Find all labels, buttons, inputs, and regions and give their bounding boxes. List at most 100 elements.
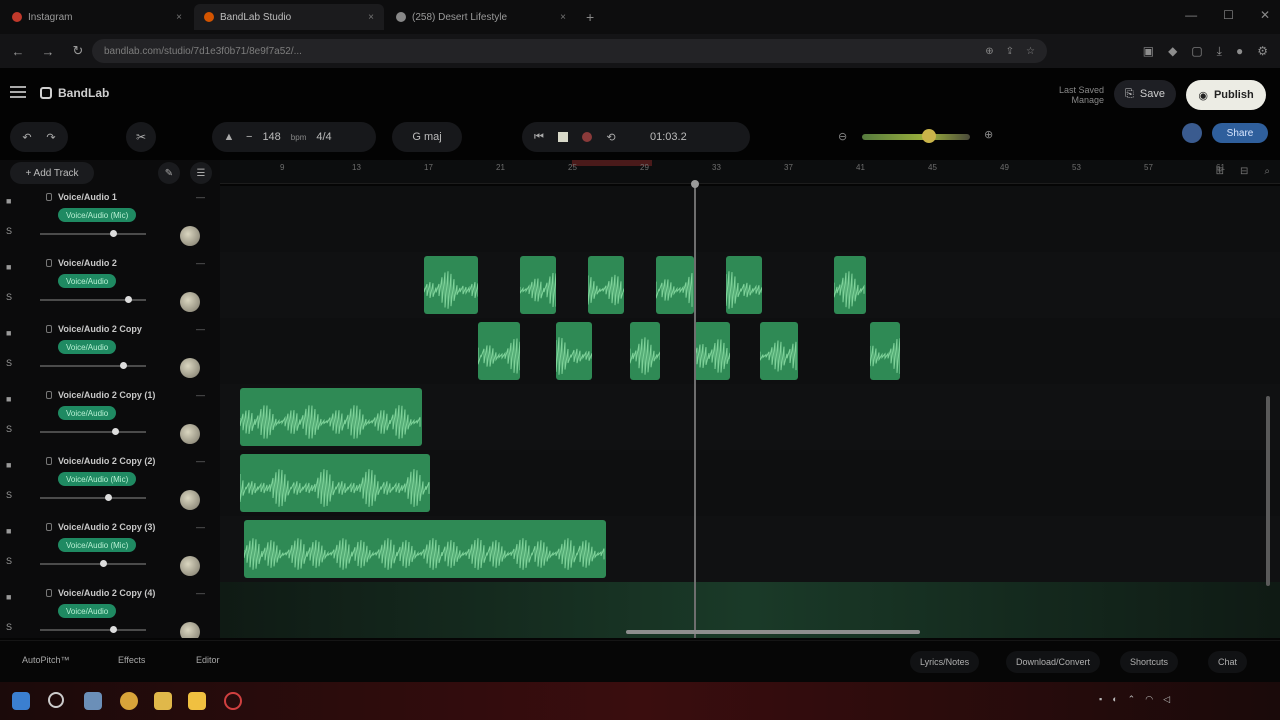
speaker-icon[interactable]: ◁ — [1163, 694, 1170, 705]
browser-taskbar-icon[interactable] — [120, 692, 138, 710]
mute-icon[interactable]: ■ — [6, 460, 11, 470]
extension-icon[interactable]: ▢ — [1191, 44, 1202, 59]
reload-icon[interactable]: ↻ — [66, 43, 90, 59]
audio-clip[interactable] — [240, 388, 422, 446]
audio-clip[interactable] — [556, 322, 592, 380]
track-header[interactable]: ■ S Voice/Audio 2 — Voice/Audio — [0, 252, 220, 318]
start-menu-icon[interactable] — [12, 692, 30, 710]
volume-slider-handle[interactable] — [110, 230, 117, 237]
mute-icon[interactable]: ■ — [6, 394, 11, 404]
instrument-badge[interactable]: Voice/Audio — [58, 340, 117, 354]
audio-clip[interactable] — [760, 322, 798, 380]
pan-knob[interactable] — [180, 622, 200, 638]
audio-clip[interactable] — [656, 256, 694, 314]
zoom-icon[interactable]: ⊕ — [985, 46, 993, 57]
close-tab-icon[interactable]: × — [176, 12, 182, 23]
shortcuts-button[interactable]: Shortcuts — [1120, 651, 1179, 673]
volume-slider[interactable] — [40, 296, 146, 303]
browser-tab-video[interactable]: (258) Desert Lifestyle × — [386, 4, 576, 30]
audio-clip[interactable] — [244, 520, 606, 578]
track-timeline[interactable] — [220, 252, 1280, 318]
extension-icon[interactable]: ▣ — [1143, 44, 1154, 59]
app-taskbar-icon[interactable] — [224, 692, 242, 710]
instrument-badge[interactable]: Voice/Audio — [58, 604, 117, 618]
record-button[interactable] — [580, 130, 594, 144]
audio-clip[interactable] — [424, 256, 478, 314]
track-header[interactable]: ■ S Voice/Audio 2 Copy (2) — Voice/Audio (Mi… — [0, 450, 220, 516]
audio-clip[interactable] — [478, 322, 520, 380]
solo-icon[interactable]: S — [6, 490, 12, 500]
track-header[interactable]: ■ S Voice/Audio 1 — Voice/Audio (Mic) — [0, 186, 220, 252]
loop-icon[interactable]: ⟲ — [604, 130, 618, 144]
volume-slider-handle[interactable] — [110, 626, 117, 633]
track-timeline[interactable] — [220, 318, 1280, 384]
volume-slider[interactable] — [40, 494, 146, 501]
track-name[interactable]: Voice/Audio 2 Copy (3) — [46, 522, 155, 532]
mute-icon[interactable]: ■ — [6, 592, 11, 602]
track-header[interactable]: ■ S Voice/Audio 2 Copy — Voice/Audio — [0, 318, 220, 384]
browser-tab-bandlab[interactable]: BandLab Studio × — [194, 4, 384, 30]
timeline-ruler[interactable]: ⊞ ⊟ ⌕ 9 13 17 21 25 29 33 37 41 45 49 53 57 61 — [220, 160, 1280, 184]
track-name[interactable]: Voice/Audio 1 — [46, 192, 117, 202]
search-icon[interactable] — [48, 692, 64, 708]
track-header[interactable]: ■ S Voice/Audio 2 Copy (4) — Voice/Audio — [0, 582, 220, 638]
key-selector[interactable]: G maj — [392, 122, 462, 152]
solo-icon[interactable]: S — [6, 556, 12, 566]
save-button[interactable]: ⎘ Save — [1114, 80, 1176, 108]
instrument-badge[interactable]: Voice/Audio (Mic) — [58, 472, 137, 486]
url-input[interactable]: bandlab.com/studio/7d1e3f0b71/8e9f7a52/.… — [92, 39, 1047, 63]
pan-knob[interactable] — [180, 490, 200, 510]
time-signature[interactable]: 4/4 — [316, 131, 331, 143]
tempo-decrease-icon[interactable]: − — [246, 131, 252, 143]
download-convert-button[interactable]: Download/Convert — [1006, 651, 1101, 673]
track-menu-icon[interactable]: — — [196, 522, 205, 532]
grid-icon[interactable]: ⊟ — [1240, 166, 1248, 177]
volume-slider[interactable] — [40, 560, 146, 567]
instrument-badge[interactable]: Voice/Audio — [58, 274, 117, 288]
volume-slider-handle[interactable] — [105, 494, 112, 501]
audio-clip[interactable] — [520, 256, 556, 314]
horizontal-scrollbar[interactable] — [626, 630, 920, 634]
lyrics-notes-button[interactable]: Lyrics/Notes — [910, 651, 980, 673]
task-view-icon[interactable] — [84, 692, 102, 710]
redo-icon[interactable]: ↷ — [44, 130, 58, 144]
track-name[interactable]: Voice/Audio 2 — [46, 258, 117, 268]
track-menu-icon[interactable]: — — [196, 390, 205, 400]
audio-clip[interactable] — [870, 322, 900, 380]
tray-app-icon[interactable]: ▪ — [1099, 694, 1102, 705]
audio-clip[interactable] — [834, 256, 866, 314]
audio-clip[interactable] — [240, 454, 430, 512]
audio-clip[interactable] — [726, 256, 762, 314]
mute-icon[interactable]: ■ — [6, 328, 11, 338]
effects-tab[interactable]: Effects — [118, 655, 145, 665]
volume-slider-handle[interactable] — [112, 428, 119, 435]
volume-slider-handle[interactable] — [100, 560, 107, 567]
track-menu-icon[interactable]: — — [196, 192, 205, 202]
volume-slider[interactable] — [40, 626, 146, 633]
edit-icon[interactable]: ✎ — [158, 162, 180, 184]
zoom-slider-handle[interactable] — [922, 129, 936, 143]
share-button[interactable]: Share — [1212, 123, 1268, 143]
track-menu-icon[interactable]: — — [196, 324, 205, 334]
instrument-badge[interactable]: Voice/Audio — [58, 406, 117, 420]
back-icon[interactable]: ← — [6, 44, 30, 59]
notes-app-icon[interactable] — [188, 692, 206, 710]
audio-clip[interactable] — [694, 322, 730, 380]
track-menu-icon[interactable]: — — [196, 588, 205, 598]
forward-icon[interactable]: → — [36, 44, 60, 59]
list-icon[interactable]: ☰ — [190, 162, 212, 184]
vertical-scrollbar[interactable] — [1266, 396, 1270, 586]
minimize-icon[interactable]: — — [1185, 8, 1197, 22]
zoom-out-icon[interactable]: ⊖ — [838, 130, 847, 143]
mute-icon[interactable]: ■ — [6, 262, 11, 272]
bookmark-star-icon[interactable]: ☆ — [1026, 46, 1035, 57]
pan-knob[interactable] — [180, 358, 200, 378]
close-window-icon[interactable]: ✕ — [1260, 8, 1270, 22]
volume-slider[interactable] — [40, 230, 146, 237]
solo-icon[interactable]: S — [6, 424, 12, 434]
new-tab-icon[interactable]: + — [586, 9, 594, 25]
avatar[interactable] — [1182, 123, 1202, 143]
wifi-icon[interactable]: ◠ — [1145, 694, 1153, 705]
track-timeline[interactable] — [220, 384, 1280, 450]
close-tab-icon[interactable]: × — [368, 12, 374, 23]
